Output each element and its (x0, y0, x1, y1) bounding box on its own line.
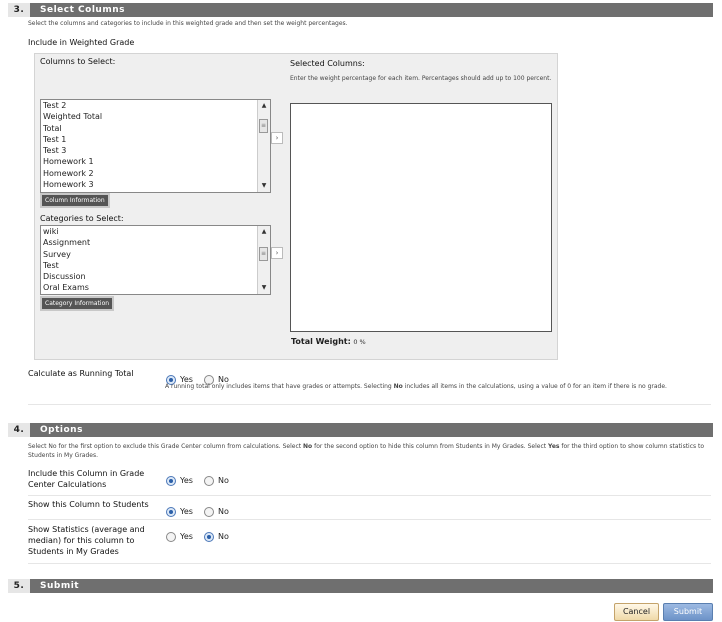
radio-label: No (218, 476, 229, 485)
radio-label: Yes (180, 532, 193, 541)
running-total-help: A running total only includes items that… (165, 383, 667, 390)
divider (28, 495, 711, 496)
categories-scrollbar[interactable]: ▲ ≡ ▼ (257, 226, 270, 294)
list-item[interactable]: Homework 1 (41, 156, 270, 167)
help-bold: No (393, 383, 403, 390)
divider (28, 404, 711, 405)
option-show-label: Show this Column to Students (28, 500, 149, 509)
submit-button[interactable]: Submit (663, 603, 713, 621)
show-no-radio[interactable] (204, 506, 215, 517)
help-text: for the second option to hide this colum… (312, 443, 549, 450)
list-item[interactable]: Assignment (41, 237, 270, 248)
column-information-button[interactable]: Column Information (40, 193, 110, 208)
columns-scrollbar[interactable]: ▲ ≡ ▼ (257, 100, 270, 192)
list-item[interactable]: Homework 2 (41, 168, 270, 179)
section-3-header: 3. Select Columns (8, 3, 713, 17)
section-title: Options (40, 425, 83, 435)
option-include-radios: Yes No (166, 470, 235, 489)
selected-columns-label: Selected Columns: (290, 59, 365, 68)
scroll-thumb[interactable]: ≡ (259, 119, 268, 133)
divider (28, 563, 711, 564)
scroll-up-icon[interactable]: ▲ (258, 100, 270, 112)
scroll-down-icon[interactable]: ▼ (258, 180, 270, 192)
list-item[interactable]: Test 3 (41, 145, 270, 156)
section-3-help: Select the columns and categories to inc… (28, 20, 348, 27)
list-item[interactable]: Test 1 (41, 134, 270, 145)
radio-label: Yes (180, 507, 193, 516)
option-stats-label: Show Statistics (average and median) for… (28, 525, 145, 556)
stats-no-radio[interactable] (204, 531, 215, 542)
section-4-header: 4. Options (8, 423, 713, 437)
help-bold: No (303, 443, 313, 450)
list-item[interactable]: Survey (41, 249, 270, 260)
list-item[interactable]: Discussion (41, 271, 270, 282)
category-information-button[interactable]: Category Information (40, 296, 115, 311)
section-number: 5. (8, 579, 30, 593)
include-yes-radio[interactable] (166, 475, 176, 486)
stats-yes-radio[interactable] (166, 531, 176, 542)
cancel-button[interactable]: Cancel (614, 603, 659, 621)
list-item[interactable]: Homework 3 (41, 179, 270, 190)
selected-columns-help: Enter the weight percentage for each ite… (290, 75, 552, 82)
columns-listbox[interactable]: Test 2 Weighted Total Total Test 1 Test … (40, 99, 271, 193)
total-weight-label: Total Weight: (291, 337, 351, 346)
running-total-label: Calculate as Running Total (28, 369, 134, 378)
scroll-down-icon[interactable]: ▼ (258, 282, 270, 294)
section-title: Submit (40, 581, 80, 591)
radio-label: Yes (180, 476, 193, 485)
total-weight: Total Weight: 0 % (291, 337, 366, 346)
section-title: Select Columns (40, 5, 125, 15)
option-include-label: Include this Column in Grade Center Calc… (28, 469, 145, 489)
include-weighted-label: Include in Weighted Grade (28, 38, 135, 47)
section-4-help: Select No for the first option to exclud… (28, 442, 708, 460)
show-yes-radio[interactable] (166, 506, 176, 517)
section-number: 4. (8, 423, 30, 437)
help-text: includes all items in the calculations, … (402, 383, 667, 390)
help-bold: Yes (548, 443, 560, 450)
radio-label: No (218, 532, 229, 541)
categories-listbox[interactable]: wiki Assignment Survey Test Discussion O… (40, 225, 271, 295)
divider (28, 519, 711, 520)
help-text: A running total only includes items that… (165, 383, 394, 390)
include-no-radio[interactable] (204, 475, 215, 486)
scroll-thumb[interactable]: ≡ (259, 247, 268, 261)
list-item[interactable]: Test 2 (41, 100, 270, 111)
section-5-header: 5. Submit (8, 579, 713, 593)
scroll-up-icon[interactable]: ▲ (258, 226, 270, 238)
help-text: Select No for the first option to exclud… (28, 443, 304, 450)
option-show-radios: Yes No (166, 501, 235, 520)
section-number: 3. (8, 3, 30, 17)
columns-to-select-label: Columns to Select: (40, 57, 116, 66)
option-stats-radios: Yes No (166, 526, 235, 545)
add-category-arrow-icon[interactable]: › (271, 247, 283, 259)
list-item[interactable]: Weighted Total (41, 111, 270, 122)
list-item[interactable]: wiki (41, 226, 270, 237)
list-item[interactable]: Test (41, 260, 270, 271)
selected-columns-box[interactable] (290, 103, 552, 332)
add-column-arrow-icon[interactable]: › (271, 132, 283, 144)
radio-label: No (218, 507, 229, 516)
list-item[interactable]: Oral Exams (41, 282, 270, 293)
list-item[interactable]: Total (41, 123, 270, 134)
categories-to-select-label: Categories to Select: (40, 214, 124, 223)
total-weight-value: 0 % (353, 338, 366, 346)
